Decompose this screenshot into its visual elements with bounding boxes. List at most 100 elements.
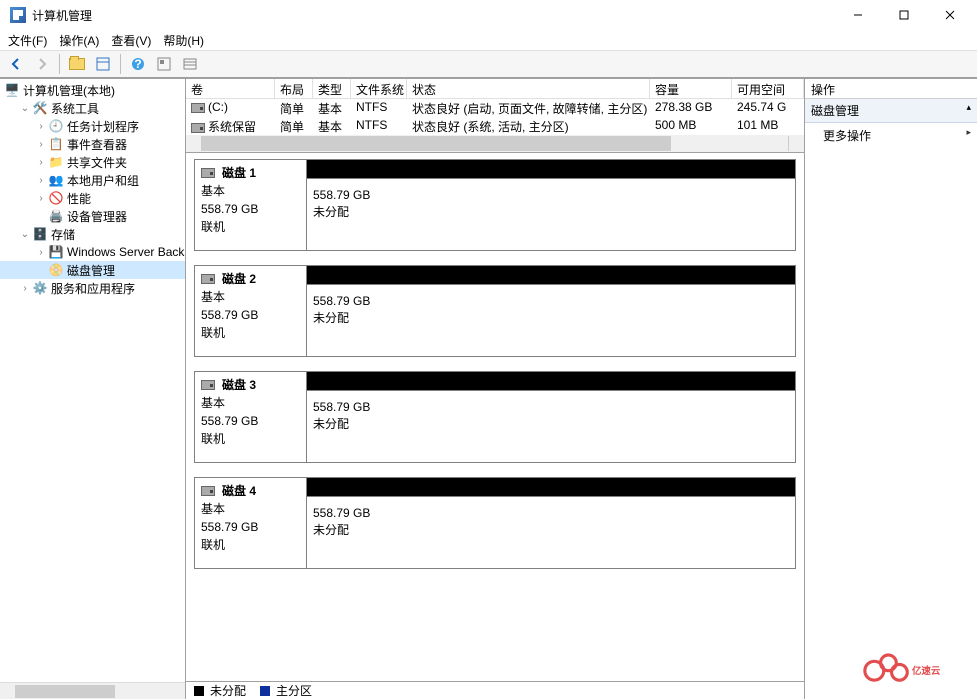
disk-header-bar bbox=[307, 160, 795, 178]
actions-header: 操作 bbox=[805, 79, 977, 99]
disk-box[interactable]: 磁盘 2 基本 558.79 GB 联机 558.79 GB 未分配 bbox=[194, 265, 796, 357]
clock-icon: 🕘 bbox=[48, 118, 64, 134]
expand-icon[interactable]: › bbox=[18, 283, 32, 294]
collapse-icon[interactable]: ⌄ bbox=[18, 229, 32, 240]
toolbar-separator bbox=[120, 54, 121, 74]
volume-table-header: 卷 布局 类型 文件系统 状态 容量 可用空间 bbox=[186, 79, 804, 99]
col-type[interactable]: 类型 bbox=[313, 79, 351, 99]
disk-box[interactable]: 磁盘 4 基本 558.79 GB 联机 558.79 GB 未分配 bbox=[194, 477, 796, 569]
disk-info: 磁盘 4 基本 558.79 GB 联机 bbox=[195, 478, 307, 568]
disk-graph[interactable]: 558.79 GB 未分配 bbox=[307, 266, 795, 356]
disk-area-unallocated[interactable]: 558.79 GB 未分配 bbox=[307, 178, 795, 250]
col-volume[interactable]: 卷 bbox=[186, 79, 275, 99]
menu-help[interactable]: 帮助(H) bbox=[157, 30, 210, 51]
disk-box[interactable]: 磁盘 1 基本 558.79 GB 联机 558.79 GB 未分配 bbox=[194, 159, 796, 251]
maximize-button[interactable] bbox=[881, 0, 927, 30]
tree-event-viewer[interactable]: ›📋事件查看器 bbox=[0, 135, 185, 153]
volume-horizontal-scrollbar[interactable] bbox=[186, 135, 804, 152]
up-folder-button[interactable] bbox=[65, 53, 89, 75]
drive-icon bbox=[191, 103, 205, 113]
disk-icon: 📀 bbox=[48, 262, 64, 278]
nav-back-button[interactable] bbox=[4, 53, 28, 75]
legend-swatch-unallocated bbox=[194, 686, 204, 696]
svg-text:?: ? bbox=[134, 57, 141, 71]
wrench-icon: 🛠️ bbox=[32, 100, 48, 116]
disk-icon bbox=[201, 486, 215, 496]
tree-shared-folders[interactable]: ›📁共享文件夹 bbox=[0, 153, 185, 171]
disk-box[interactable]: 磁盘 3 基本 558.79 GB 联机 558.79 GB 未分配 bbox=[194, 371, 796, 463]
watermark: 亿速云 bbox=[857, 644, 967, 691]
col-layout[interactable]: 布局 bbox=[275, 79, 313, 99]
scrollbar-thumb[interactable] bbox=[15, 685, 115, 698]
disk-header-bar bbox=[307, 478, 795, 496]
toolbar-btn-2[interactable] bbox=[91, 53, 115, 75]
nav-tree[interactable]: 🖥️计算机管理(本地) ⌄🛠️系统工具 ›🕘任务计划程序 ›📋事件查看器 ›📁共… bbox=[0, 79, 185, 682]
tree-disk-mgmt[interactable]: 📀磁盘管理 bbox=[0, 261, 185, 279]
tree-storage[interactable]: ⌄🗄️存储 bbox=[0, 225, 185, 243]
expand-icon[interactable]: › bbox=[34, 193, 48, 204]
toolbar-btn-3[interactable] bbox=[152, 53, 176, 75]
actions-pane: 操作 磁盘管理 更多操作 bbox=[805, 79, 977, 699]
disk-graph[interactable]: 558.79 GB 未分配 bbox=[307, 372, 795, 462]
tree-local-users[interactable]: ›👥本地用户和组 bbox=[0, 171, 185, 189]
tree-root[interactable]: 🖥️计算机管理(本地) bbox=[0, 81, 185, 99]
tree-performance[interactable]: ›🚫性能 bbox=[0, 189, 185, 207]
col-fs[interactable]: 文件系统 bbox=[351, 79, 407, 99]
share-icon: 📁 bbox=[48, 154, 64, 170]
users-icon: 👥 bbox=[48, 172, 64, 188]
close-button[interactable] bbox=[927, 0, 973, 30]
disk-map: 磁盘 1 基本 558.79 GB 联机 558.79 GB 未分配 磁盘 2 bbox=[186, 153, 804, 681]
perf-icon: 🚫 bbox=[48, 190, 64, 206]
menu-view[interactable]: 查看(V) bbox=[105, 30, 157, 51]
menu-file[interactable]: 文件(F) bbox=[2, 30, 53, 51]
tree-horizontal-scrollbar[interactable] bbox=[0, 682, 185, 699]
disk-graph[interactable]: 558.79 GB 未分配 bbox=[307, 160, 795, 250]
volume-row[interactable]: (C:) 简单 基本 NTFS 状态良好 (启动, 页面文件, 故障转储, 主分… bbox=[186, 99, 804, 117]
volume-row[interactable]: 系统保留 简单 基本 NTFS 状态良好 (系统, 活动, 主分区) 500 M… bbox=[186, 117, 804, 135]
col-capacity[interactable]: 容量 bbox=[650, 79, 732, 99]
disk-info: 磁盘 2 基本 558.79 GB 联机 bbox=[195, 266, 307, 356]
nav-forward-button[interactable] bbox=[30, 53, 54, 75]
storage-icon: 🗄️ bbox=[32, 226, 48, 242]
col-status[interactable]: 状态 bbox=[407, 79, 650, 99]
col-free[interactable]: 可用空间 bbox=[732, 79, 804, 99]
volume-table: 卷 布局 类型 文件系统 状态 容量 可用空间 (C:) 简单 基本 NTFS … bbox=[186, 79, 804, 153]
disk-header-bar bbox=[307, 372, 795, 390]
toolbar: ? bbox=[0, 50, 977, 78]
expand-icon[interactable]: › bbox=[34, 157, 48, 168]
disk-graph[interactable]: 558.79 GB 未分配 bbox=[307, 478, 795, 568]
collapse-icon[interactable]: ⌄ bbox=[18, 103, 32, 114]
tree-services[interactable]: ›⚙️服务和应用程序 bbox=[0, 279, 185, 297]
expand-icon[interactable]: › bbox=[34, 175, 48, 186]
tree-system-tools[interactable]: ⌄🛠️系统工具 bbox=[0, 99, 185, 117]
actions-section-disk-mgmt[interactable]: 磁盘管理 bbox=[805, 99, 977, 123]
disk-area-unallocated[interactable]: 558.79 GB 未分配 bbox=[307, 284, 795, 356]
tree-wsb[interactable]: ›💾Windows Server Back bbox=[0, 243, 185, 261]
toolbar-btn-4[interactable] bbox=[178, 53, 202, 75]
scrollbar-thumb[interactable] bbox=[202, 136, 671, 151]
volume-table-body: (C:) 简单 基本 NTFS 状态良好 (启动, 页面文件, 故障转储, 主分… bbox=[186, 99, 804, 135]
menu-bar: 文件(F) 操作(A) 查看(V) 帮助(H) bbox=[0, 30, 977, 50]
disk-info: 磁盘 3 基本 558.79 GB 联机 bbox=[195, 372, 307, 462]
drive-icon bbox=[191, 123, 205, 133]
minimize-button[interactable] bbox=[835, 0, 881, 30]
disk-icon bbox=[201, 274, 215, 284]
tree-task-scheduler[interactable]: ›🕘任务计划程序 bbox=[0, 117, 185, 135]
actions-more[interactable]: 更多操作 bbox=[805, 123, 977, 148]
expand-icon[interactable]: › bbox=[34, 121, 48, 132]
disk-area-unallocated[interactable]: 558.79 GB 未分配 bbox=[307, 390, 795, 462]
help-button[interactable]: ? bbox=[126, 53, 150, 75]
expand-icon[interactable]: › bbox=[34, 139, 48, 150]
folder-icon bbox=[69, 58, 85, 70]
content-area: 🖥️计算机管理(本地) ⌄🛠️系统工具 ›🕘任务计划程序 ›📋事件查看器 ›📁共… bbox=[0, 78, 977, 699]
disk-area-unallocated[interactable]: 558.79 GB 未分配 bbox=[307, 496, 795, 568]
services-icon: ⚙️ bbox=[32, 280, 48, 296]
disk-info: 磁盘 1 基本 558.79 GB 联机 bbox=[195, 160, 307, 250]
tree-device-manager[interactable]: 🖨️设备管理器 bbox=[0, 207, 185, 225]
event-icon: 📋 bbox=[48, 136, 64, 152]
backup-icon: 💾 bbox=[48, 244, 64, 260]
disk-icon bbox=[201, 168, 215, 178]
expand-icon[interactable]: › bbox=[34, 247, 48, 258]
disk-header-bar bbox=[307, 266, 795, 284]
menu-action[interactable]: 操作(A) bbox=[53, 30, 105, 51]
